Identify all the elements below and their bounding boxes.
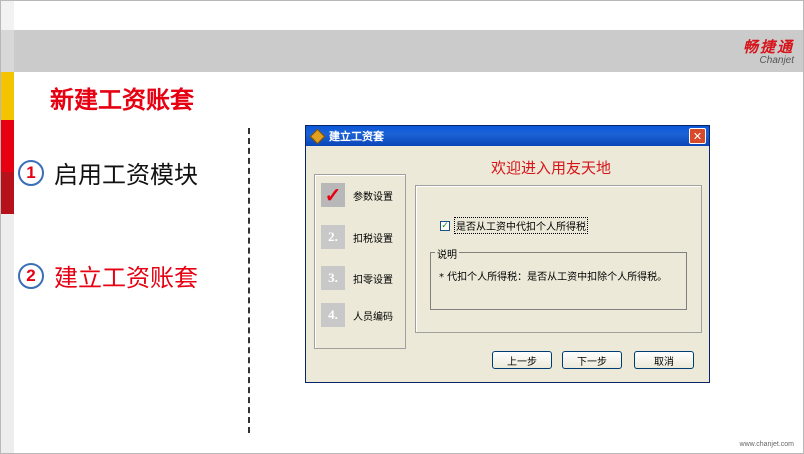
- close-button[interactable]: ✕: [689, 128, 706, 144]
- app-icon: [309, 128, 326, 144]
- step-number-2: 2: [18, 262, 44, 289]
- wizard-step-label: 人员编码: [353, 311, 393, 323]
- withhold-tax-checkbox[interactable]: ✓: [440, 220, 450, 231]
- brand-name-cn: 畅捷通: [742, 38, 794, 56]
- header-band: [14, 30, 804, 72]
- wizard-step-label: 扣零设置: [353, 274, 393, 286]
- step-number-icon: 2.: [321, 225, 345, 249]
- footer-url: www.chanjet.com: [739, 441, 794, 448]
- wizard-step-label: 扣税设置: [353, 233, 393, 245]
- wizard-steps-panel: ✓ 参数设置 2. 扣税设置 3. 扣零设置 4. 人员编码: [314, 174, 406, 349]
- prev-button[interactable]: 上一步: [492, 351, 552, 369]
- step-2: 2 建立工资账套: [18, 258, 198, 293]
- withhold-tax-label[interactable]: 是否从工资中代扣个人所得税: [454, 217, 588, 234]
- step-number-icon: 3.: [321, 266, 345, 290]
- next-button[interactable]: 下一步: [562, 351, 622, 369]
- step-text-2: 建立工资账套: [54, 264, 198, 292]
- welcome-text: 欢迎进入用友天地: [491, 159, 612, 177]
- step-number-icon: 4.: [321, 303, 345, 327]
- dashed-divider: [248, 128, 250, 433]
- left-color-strip: [0, 0, 14, 454]
- step-text-1: 启用工资模块: [54, 161, 198, 189]
- wizard-step-params: ✓ 参数设置: [321, 183, 393, 207]
- description-text: * 代扣个人所得税：是否从工资中扣除个人所得税。: [439, 272, 668, 283]
- wizard-step-staff-code: 4. 人员编码: [321, 303, 393, 327]
- content-panel: ✓ 是否从工资中代扣个人所得税 说明 * 代扣个人所得税：是否从工资中扣除个人所…: [415, 185, 702, 333]
- withhold-tax-option[interactable]: ✓ 是否从工资中代扣个人所得税: [440, 217, 588, 234]
- setup-dialog: 建立工资套 ✕ 欢迎进入用友天地 ✓ 参数设置 2. 扣税设置 3. 扣零设置 …: [305, 125, 710, 383]
- dialog-title: 建立工资套: [329, 130, 384, 143]
- checkmark-icon: ✓: [321, 183, 345, 207]
- cancel-button[interactable]: 取消: [634, 351, 694, 369]
- wizard-step-tax: 2. 扣税设置: [321, 225, 393, 249]
- slide-title: 新建工资账套: [50, 86, 194, 114]
- step-number-1: 1: [18, 159, 44, 186]
- description-group: 说明 * 代扣个人所得税：是否从工资中扣除个人所得税。: [430, 246, 687, 310]
- brand-logo: 畅捷通 Chanjet: [743, 36, 794, 66]
- step-1: 1 启用工资模块: [18, 155, 198, 190]
- dialog-titlebar[interactable]: 建立工资套: [306, 126, 709, 146]
- wizard-step-label: 参数设置: [353, 191, 393, 203]
- wizard-step-rounding: 3. 扣零设置: [321, 266, 393, 290]
- description-legend: 说明: [435, 246, 459, 261]
